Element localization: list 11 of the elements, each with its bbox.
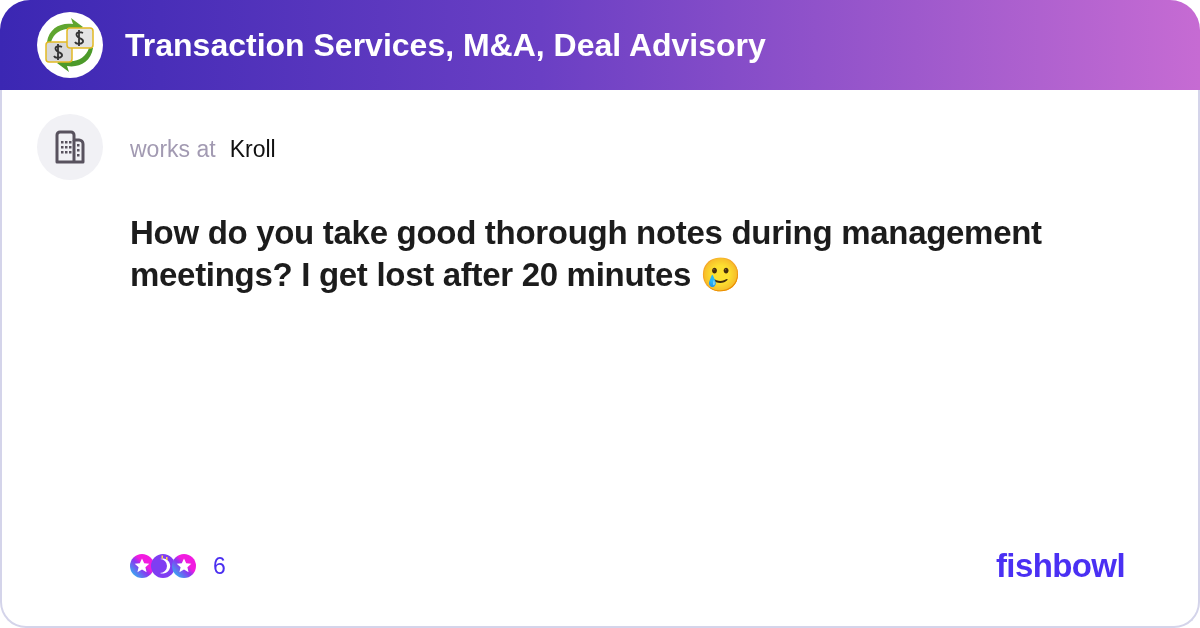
reaction-count: 6 <box>213 552 226 580</box>
company-name: Kroll <box>229 134 276 163</box>
star-reaction-icon <box>172 554 196 578</box>
moon-reaction-icon <box>151 554 175 578</box>
works-at-label: works at <box>130 134 216 163</box>
brand-logo: fishbowl <box>995 547 1125 585</box>
group-title: Transaction Services, M&A, Deal Advisory <box>125 26 766 64</box>
post-question: How do you take good thorough notes during management meetings? I get lost after 20 minutes 🥲 <box>130 213 1043 295</box>
building-icon <box>54 130 86 164</box>
star-reaction-icon <box>130 554 154 578</box>
group-logo-icon <box>37 12 103 78</box>
